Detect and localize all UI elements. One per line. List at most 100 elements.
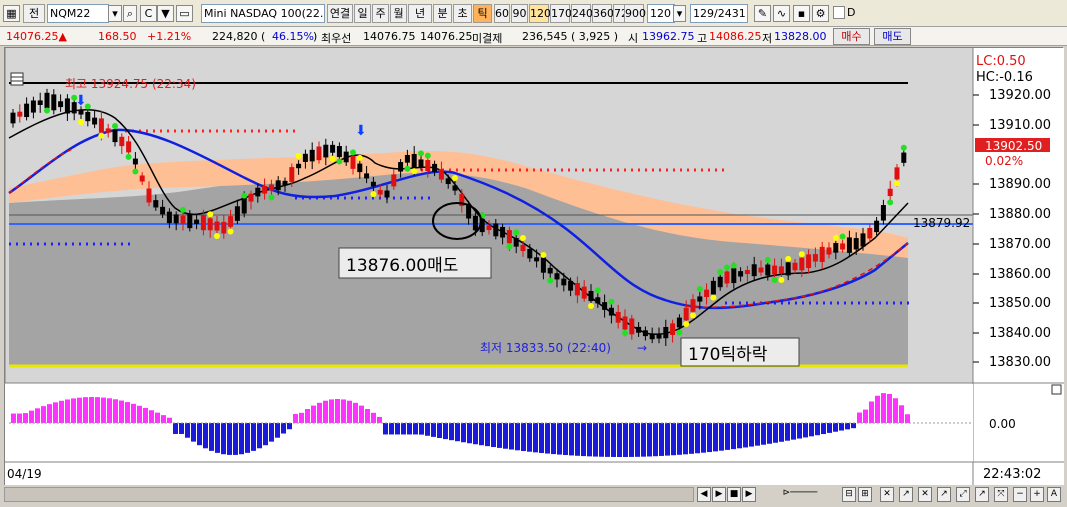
oscillator-bar bbox=[443, 423, 448, 440]
symbol-input[interactable]: NQM22 bbox=[47, 4, 109, 23]
c-icon[interactable]: C bbox=[140, 5, 157, 22]
period-week[interactable]: 주 bbox=[372, 4, 389, 23]
candle-body bbox=[262, 185, 268, 194]
save-icon[interactable]: ▪ bbox=[793, 5, 810, 22]
tick-input[interactable]: 120 bbox=[647, 4, 675, 23]
scroll-track[interactable] bbox=[4, 487, 694, 502]
signal-dot bbox=[132, 168, 139, 175]
candle-body bbox=[146, 188, 152, 203]
chart-line-icon[interactable]: ∿ bbox=[773, 5, 790, 22]
jeon-button[interactable]: 전 bbox=[23, 4, 45, 23]
oscillator-bar bbox=[581, 423, 586, 457]
sell-button[interactable]: 매도 bbox=[874, 28, 911, 45]
dropdown-arrow-icon[interactable]: ▾ bbox=[108, 5, 122, 22]
chart-area[interactable]: 최고 13924.75 (22:34) 최저 13833.50 (22:40) … bbox=[4, 47, 1064, 488]
candle-body bbox=[880, 205, 886, 221]
signal-dot bbox=[241, 192, 248, 199]
candle-body bbox=[37, 100, 43, 106]
candle-body bbox=[336, 146, 342, 158]
candle-body bbox=[765, 264, 771, 276]
down-arrow-icon[interactable]: ▼ bbox=[157, 5, 174, 22]
oscillator-bar bbox=[875, 395, 880, 423]
oscillator-bar bbox=[635, 423, 640, 457]
candle-body bbox=[792, 262, 798, 271]
candle-body bbox=[343, 151, 349, 163]
zoom-slider[interactable]: ⊳───── bbox=[762, 487, 838, 502]
nav-stop-icon[interactable]: ■ bbox=[727, 487, 741, 502]
period-second[interactable]: 초 bbox=[453, 4, 472, 23]
osc-panel-button[interactable] bbox=[1051, 384, 1062, 395]
tick-dropdown-icon[interactable]: ▾ bbox=[673, 5, 686, 22]
candle-body bbox=[486, 225, 492, 231]
period-tick[interactable]: 틱 bbox=[473, 4, 492, 23]
oscillator-bar bbox=[143, 407, 148, 423]
signal-dot bbox=[710, 294, 717, 301]
draw-tool-2-icon[interactable]: ↗ bbox=[899, 487, 913, 502]
oscillator-bar bbox=[881, 393, 886, 423]
oscillator-bar bbox=[371, 412, 376, 423]
draw-tool-3-icon[interactable]: ✕ bbox=[918, 487, 932, 502]
zoom-out-icon[interactable]: ⊞ bbox=[858, 487, 872, 502]
period-year[interactable]: 년 bbox=[408, 4, 432, 23]
oscillator-bar bbox=[809, 423, 814, 437]
price-chart-svg[interactable]: 최고 13924.75 (22:34) 최저 13833.50 (22:40) … bbox=[4, 48, 1064, 488]
settings-gear-icon[interactable]: ⚙ bbox=[812, 5, 829, 22]
oscillator-bar bbox=[281, 423, 286, 434]
grid-icon[interactable]: ▦ bbox=[3, 5, 20, 22]
period-month[interactable]: 월 bbox=[390, 4, 407, 23]
candle-body bbox=[894, 167, 900, 180]
draw-tool-6-icon[interactable]: ↗ bbox=[975, 487, 989, 502]
tick-240[interactable]: 240 bbox=[571, 4, 593, 23]
oscillator-bar bbox=[455, 423, 460, 442]
nav-play-icon[interactable]: ▶ bbox=[712, 487, 726, 502]
candle-body bbox=[207, 218, 213, 231]
tick-170[interactable]: 170 bbox=[550, 4, 572, 23]
search-icon[interactable]: ⌕ bbox=[123, 5, 137, 22]
tick-90[interactable]: 90 bbox=[511, 4, 528, 23]
panel-grid-icon[interactable] bbox=[10, 72, 24, 86]
candle-body bbox=[411, 154, 417, 169]
oscillator-bar bbox=[53, 402, 58, 423]
candle-body bbox=[51, 94, 57, 111]
d-checkbox[interactable] bbox=[833, 6, 845, 19]
oscillator-bar bbox=[551, 423, 556, 455]
candle-body bbox=[289, 167, 295, 182]
tools-icon[interactable]: ✎ bbox=[754, 5, 771, 22]
nav-next-icon[interactable]: ▶ bbox=[742, 487, 756, 502]
tick-120[interactable]: 120 bbox=[529, 4, 551, 23]
candle-body bbox=[887, 188, 893, 197]
oscillator-bar bbox=[731, 423, 736, 450]
candle-body bbox=[772, 265, 778, 275]
candle-body bbox=[581, 286, 587, 299]
period-minute[interactable]: 분 bbox=[433, 4, 452, 23]
period-combined[interactable]: 연결 bbox=[327, 4, 353, 23]
nav-first-icon[interactable]: ◀ bbox=[697, 487, 711, 502]
draw-tool-1-icon[interactable]: ✕ bbox=[880, 487, 894, 502]
tick-360[interactable]: 360 bbox=[592, 4, 614, 23]
signal-dot bbox=[839, 233, 846, 240]
draw-tool-5-icon[interactable]: ⤢ bbox=[956, 487, 970, 502]
period-day[interactable]: 일 bbox=[354, 4, 371, 23]
candle-body bbox=[547, 267, 553, 274]
folder-icon[interactable]: ▭ bbox=[176, 5, 193, 22]
tick-60[interactable]: 60 bbox=[494, 4, 510, 23]
tick-900[interactable]: 900 bbox=[624, 4, 646, 23]
y-axis-label: 13880.00 bbox=[989, 207, 1051, 222]
candle-body bbox=[425, 160, 431, 172]
candle-body bbox=[30, 100, 36, 113]
candle-body bbox=[683, 307, 689, 321]
minus-icon[interactable]: − bbox=[1013, 487, 1027, 502]
draw-tool-7-icon[interactable]: ⤧ bbox=[994, 487, 1008, 502]
buy-button[interactable]: 매수 bbox=[833, 28, 870, 45]
candle-body bbox=[228, 216, 234, 227]
candle-body bbox=[438, 169, 444, 180]
zoom-icon[interactable]: ⊟ bbox=[842, 487, 856, 502]
draw-tool-4-icon[interactable]: ↗ bbox=[937, 487, 951, 502]
plus-icon[interactable]: + bbox=[1030, 487, 1044, 502]
signal-dot bbox=[404, 165, 411, 172]
candle-body bbox=[472, 215, 478, 231]
candle-body bbox=[833, 243, 839, 253]
font-size-icon[interactable]: A bbox=[1047, 487, 1061, 502]
oscillator-bar bbox=[845, 423, 850, 430]
signal-dot bbox=[798, 251, 805, 258]
